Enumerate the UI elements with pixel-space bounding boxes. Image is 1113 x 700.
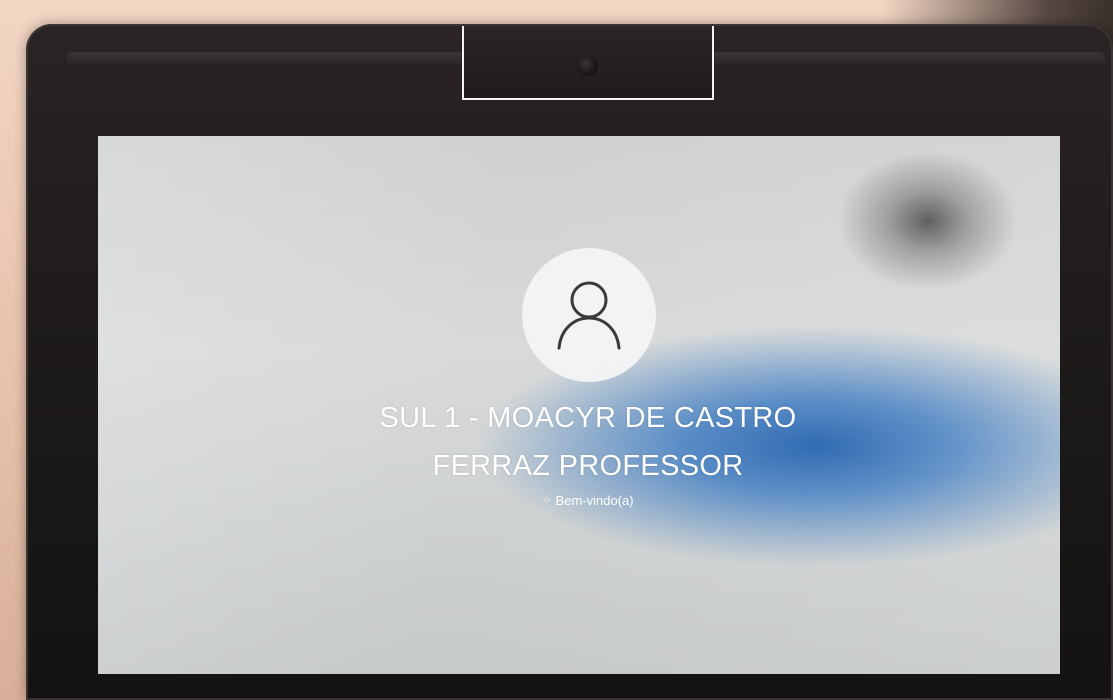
welcome-status: ⁘ Bem-vindo(a): [458, 492, 718, 510]
welcome-text: Bem-vindo(a): [555, 493, 634, 508]
user-avatar: [522, 248, 656, 382]
user-name: SUL 1 - MOACYR DE CASTRO FERRAZ PROFESSO…: [278, 394, 898, 490]
loading-spinner-icon: ⁘: [542, 495, 552, 507]
webcam-cover: [462, 26, 714, 100]
photo-scene: SUL 1 - MOACYR DE CASTRO FERRAZ PROFESSO…: [0, 0, 1113, 700]
user-name-line1: SUL 1 - MOACYR DE CASTRO: [379, 402, 797, 434]
lock-screen: SUL 1 - MOACYR DE CASTRO FERRAZ PROFESSO…: [98, 136, 1060, 674]
user-icon: [557, 281, 621, 350]
webcam-lens: [578, 56, 598, 76]
user-name-line2: FERRAZ PROFESSOR: [432, 450, 744, 482]
